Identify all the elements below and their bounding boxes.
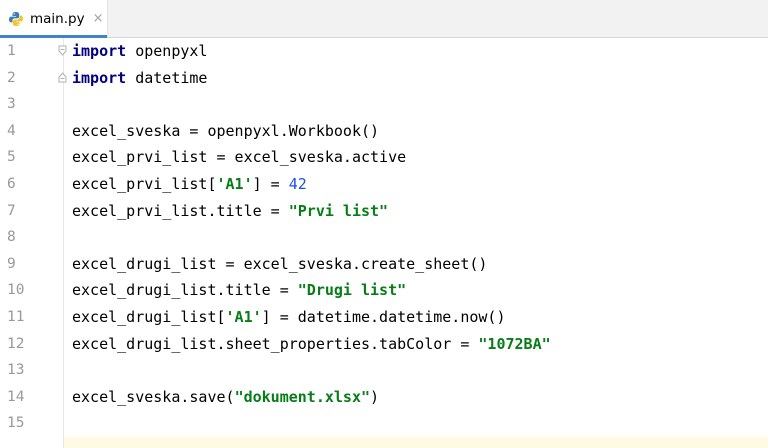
code-line[interactable]: excel_prvi_list['A1'] = 42 [72, 171, 307, 198]
line-number: 7 [7, 202, 16, 219]
code-token: "1072BA" [478, 334, 551, 353]
line-number: 5 [7, 149, 16, 166]
line-number: 11 [7, 309, 25, 325]
code-token: 42 [288, 175, 307, 193]
fold-marker-icon[interactable] [58, 45, 67, 56]
code-token: excel_drugi_list[ [72, 308, 226, 326]
close-icon[interactable]: × [93, 11, 104, 26]
code-line[interactable]: excel_drugi_list['A1'] = datetime.dateti… [72, 304, 506, 331]
code-token: excel_prvi_list = excel_sveska.active [72, 148, 407, 167]
code-token: ) [370, 387, 380, 406]
tab-main-py[interactable]: main.py × [0, 0, 108, 38]
code-line[interactable]: excel_prvi_list.title = "Prvi list" [72, 198, 388, 225]
line-number: 6 [7, 176, 16, 192]
code-token: excel_prvi_list[ [72, 175, 217, 193]
code-token: excel_sveska = openpyxl.Workbook() [72, 121, 380, 140]
tab-label: main.py [30, 10, 85, 27]
line-number: 4 [7, 122, 16, 139]
code-token: excel_drugi_list.sheet_properties.tabCol… [72, 334, 479, 353]
line-number: 2 [7, 69, 16, 86]
code-token: datetime [126, 68, 208, 87]
code-line[interactable]: import datetime [72, 65, 207, 92]
code-line[interactable]: excel_prvi_list = excel_sveska.active [72, 144, 406, 171]
code-token: 'A1' [225, 308, 262, 326]
line-number-gutter: 1 2 3 4 5 6 7 8 9 10 11 12 13 14 15 [0, 38, 67, 448]
code-token: import [72, 68, 127, 87]
line-number: 12 [7, 335, 25, 352]
code-token: openpyxl [126, 42, 208, 60]
code-line[interactable]: excel_drugi_list = excel_sveska.create_s… [72, 251, 487, 278]
code-token: import [72, 42, 127, 60]
line-number: 10 [7, 282, 25, 299]
code-token: ] = datetime.datetime.now() [261, 308, 506, 326]
code-line[interactable]: excel_drugi_list.title = "Drugi list" [72, 277, 406, 304]
code-token: "dokument.xlsx" [234, 387, 371, 406]
code-token: excel_sveska.save( [72, 387, 235, 406]
current-line-highlight [64, 437, 768, 448]
code-token: excel_drugi_list.title = [72, 281, 298, 300]
line-number: 3 [7, 96, 16, 113]
code-token: 'A1' [216, 175, 253, 193]
code-editor[interactable]: 1 2 3 4 5 6 7 8 9 10 11 12 13 14 15 import openpyxl imp… [0, 38, 768, 448]
code-token: ] = [252, 175, 289, 193]
code-token: excel_prvi_list.title = [72, 201, 289, 220]
python-file-icon [9, 11, 23, 26]
code-token: "Prvi list" [288, 201, 389, 220]
editor-tab-bar: main.py × [0, 0, 768, 38]
code-token: "Drugi list" [297, 281, 407, 300]
code-line[interactable]: import openpyxl [72, 38, 207, 65]
line-number: 13 [7, 362, 25, 379]
line-number: 15 [7, 415, 25, 432]
line-number: 14 [7, 388, 25, 405]
code-line[interactable]: excel_sveska.save("dokument.xlsx") [72, 384, 379, 411]
code-line[interactable]: excel_sveska = openpyxl.Workbook() [72, 118, 379, 145]
line-number: 9 [7, 255, 16, 272]
code-token: excel_drugi_list = excel_sveska.create_s… [72, 254, 488, 273]
line-number: 8 [7, 229, 16, 246]
fold-marker-icon[interactable] [58, 72, 67, 83]
code-line[interactable]: excel_drugi_list.sheet_properties.tabCol… [72, 331, 551, 358]
line-number: 1 [7, 43, 16, 59]
